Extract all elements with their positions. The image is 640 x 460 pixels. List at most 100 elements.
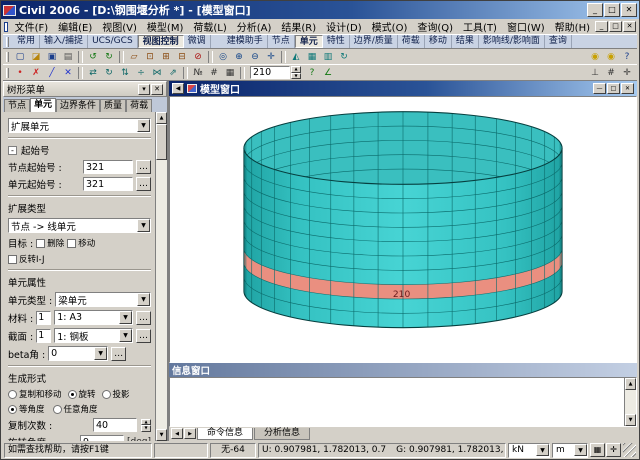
tool-tab-6[interactable]: 移动 [425, 35, 452, 48]
print-icon[interactable]: ▤ [60, 49, 76, 64]
tool-tab-3[interactable]: 视图控制 [137, 35, 184, 48]
force-unit-select[interactable]: kN [508, 442, 550, 458]
rotate-view-icon[interactable]: ↻ [336, 49, 352, 64]
toolbar-grip[interactable] [6, 67, 9, 78]
copy-move-radio[interactable] [8, 389, 17, 399]
menu-item-10[interactable]: 工具(T) [458, 19, 502, 34]
model-3d-view[interactable]: 210 [170, 97, 636, 362]
tool-tab-0[interactable]: 常用 [13, 35, 41, 48]
tab-scroll-right-button[interactable]: ▶ [184, 428, 196, 439]
model-view[interactable]: 210 [169, 96, 637, 363]
tab-scroll-left-button[interactable]: ◀ [171, 428, 183, 439]
ptab-2[interactable]: 边界条件 [56, 99, 101, 112]
menu-item-9[interactable]: 查询(Q) [412, 19, 458, 34]
itab-0[interactable]: 命令信息 [197, 428, 254, 440]
measure-angle-icon[interactable]: ∠ [320, 65, 336, 80]
scroll-up-icon[interactable] [156, 112, 167, 124]
tool-tab-7[interactable]: 结果 [452, 35, 479, 48]
beta-angle-select[interactable]: 0 [48, 346, 109, 361]
menu-item-6[interactable]: 结果(R) [276, 19, 321, 34]
unlock-icon[interactable]: ◉ [587, 49, 603, 64]
element-number-icon[interactable]: # [206, 65, 222, 80]
mdi-minimize-button[interactable]: _ [595, 21, 608, 32]
mirror-icon[interactable]: ⇅ [117, 65, 133, 80]
chevron-down-icon[interactable] [137, 119, 150, 132]
minimize-button[interactable]: _ [587, 3, 603, 17]
ptab-0[interactable]: 节点 [4, 99, 31, 112]
menu-item-3[interactable]: 模型(M) [142, 19, 188, 34]
rotation-angle-input[interactable] [80, 435, 124, 441]
open-file-icon[interactable]: ◪ [28, 49, 44, 64]
translate-icon[interactable]: ⇄ [85, 65, 101, 80]
tool-tab-8[interactable]: 影响线/影响面 [479, 35, 545, 48]
snap-toggle-icon[interactable]: ✛ [606, 443, 621, 457]
extrude-type-select[interactable]: 节点 -> 线单元 [8, 218, 151, 233]
node-start-browse-button[interactable] [136, 160, 151, 174]
mdi-restore-button[interactable]: □ [609, 21, 622, 32]
menu-item-8[interactable]: 模式(O) [367, 19, 413, 34]
snap-icon[interactable]: ✛ [619, 65, 635, 80]
info-window-caption[interactable]: 信息窗口 [169, 363, 637, 377]
tool-tab-9[interactable]: 查询 [545, 35, 572, 48]
any-angle-radio[interactable] [52, 404, 62, 414]
front-view-icon[interactable]: ▥ [320, 49, 336, 64]
menu-item-7[interactable]: 设计(D) [321, 19, 367, 34]
select-window-icon[interactable]: ⊡ [142, 49, 158, 64]
itab-1[interactable]: 分析信息 [254, 428, 311, 440]
tool-tab-1[interactable]: 输入/捕捉 [40, 35, 89, 48]
chevron-down-icon[interactable] [137, 293, 150, 306]
scrollbar-thumb[interactable] [156, 124, 167, 160]
function-select[interactable]: 扩展单元 [8, 118, 151, 133]
collapse-icon[interactable] [8, 145, 17, 155]
delete-node-icon[interactable]: ✗ [28, 65, 44, 80]
ptab-3[interactable]: 质量 [100, 99, 127, 112]
tool-tab-4[interactable]: 边界/质量 [350, 35, 398, 48]
info-window-body[interactable] [169, 377, 637, 427]
create-node-icon[interactable]: • [12, 65, 28, 80]
material-number-input[interactable] [36, 310, 52, 325]
spin-down-icon[interactable] [141, 425, 151, 432]
beta-angle-browse-button[interactable] [111, 346, 127, 361]
element-start-browse-button[interactable] [136, 177, 151, 191]
element-number-input[interactable] [250, 66, 290, 79]
project-radio[interactable] [101, 389, 111, 399]
mdi-close-button[interactable]: ✕ [623, 21, 636, 32]
chevron-down-icon[interactable] [119, 329, 132, 342]
lock-icon[interactable]: ◉ [603, 49, 619, 64]
grid-icon[interactable]: # [603, 65, 619, 80]
select-all-icon[interactable]: ⊞ [158, 49, 174, 64]
section-number-input[interactable] [36, 328, 52, 343]
equal-angle-radio[interactable] [8, 404, 17, 414]
unselect-icon[interactable]: ⊟ [174, 49, 190, 64]
create-element-icon[interactable]: ╱ [44, 65, 60, 80]
material-select[interactable]: 1: A3 [54, 310, 133, 325]
info-scrollbar[interactable] [624, 378, 636, 426]
merge-element-icon[interactable]: ⋈ [149, 65, 165, 80]
element-type-select[interactable]: 梁单元 [55, 292, 151, 307]
move-source-checkbox[interactable] [67, 238, 77, 248]
axis-icon[interactable]: ⊥ [587, 65, 603, 80]
menu-item-12[interactable]: 帮助(H) [550, 19, 595, 34]
select-icon[interactable]: ▱ [126, 49, 142, 64]
tool-tab-4[interactable]: 微调 [184, 35, 211, 48]
scroll-up-icon[interactable] [625, 378, 636, 390]
copy-count-input[interactable] [93, 418, 137, 432]
pan-icon[interactable]: ✛ [263, 49, 279, 64]
menu-item-0[interactable]: 文件(F) [10, 19, 54, 34]
zoom-fit-icon[interactable]: ◎ [215, 49, 231, 64]
menu-item-1[interactable]: 编辑(E) [53, 19, 97, 34]
ptab-4[interactable]: 荷载 [126, 99, 153, 112]
display-option-icon[interactable]: ▦ [222, 65, 238, 80]
help-icon[interactable]: ? [619, 49, 635, 64]
query-node-icon[interactable]: ? [304, 65, 320, 80]
chevron-down-icon[interactable] [119, 311, 132, 324]
model-restore-button[interactable]: □ [607, 83, 620, 94]
delete-element-icon[interactable]: ✕ [60, 65, 76, 80]
tool-tab-2[interactable]: UCS/GCS [88, 35, 138, 48]
toolbar-grip[interactable] [6, 36, 9, 47]
model-minimize-button[interactable]: — [593, 83, 606, 94]
material-browse-button[interactable] [136, 310, 151, 325]
element-start-input[interactable] [83, 177, 133, 191]
menu-item-2[interactable]: 视图(V) [97, 19, 142, 34]
zoom-out-icon[interactable]: ⊖ [247, 49, 263, 64]
